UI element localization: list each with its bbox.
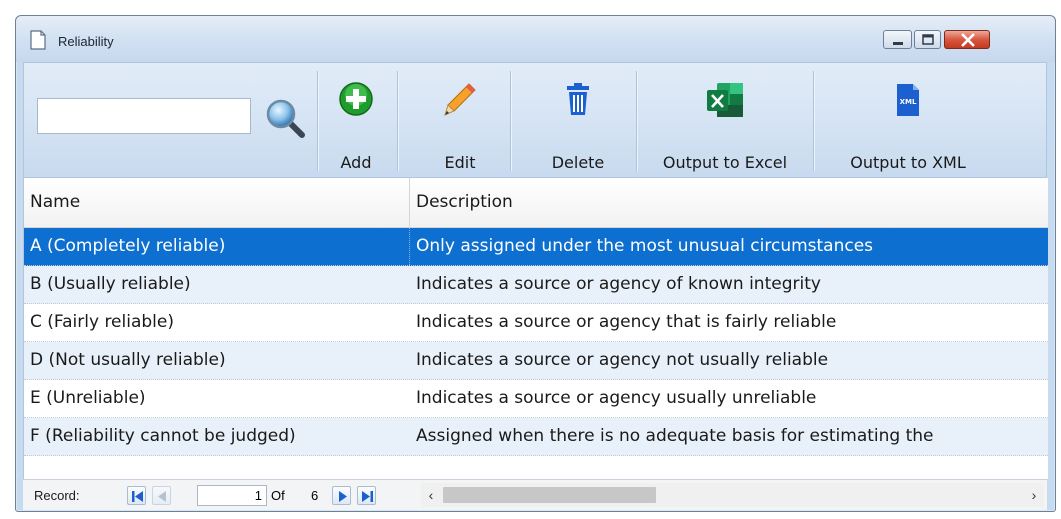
trash-icon xyxy=(567,83,589,115)
add-icon xyxy=(339,82,373,116)
output-to-xml-button[interactable]: XML Output to XML xyxy=(818,63,998,179)
table-row[interactable]: E (Unreliable) Indicates a source or age… xyxy=(24,380,1048,418)
first-record-icon xyxy=(132,491,143,502)
toolbar: Add Edit Delete Output to Excel XML Outp… xyxy=(23,62,1047,178)
row-name-cell: E (Unreliable) xyxy=(30,388,146,408)
current-record-input[interactable]: 1 xyxy=(197,485,267,506)
data-grid: Name Description A (Completely reliable)… xyxy=(23,178,1048,479)
column-header-description[interactable]: Description xyxy=(410,178,1048,227)
row-description-cell: Only assigned under the most unusual cir… xyxy=(416,236,874,256)
scrollbar-thumb[interactable] xyxy=(443,487,656,503)
output-to-excel-label: Output to Excel xyxy=(662,153,788,172)
grid-header: Name Description xyxy=(24,178,1048,228)
table-row[interactable]: B (Usually reliable) Indicates a source … xyxy=(24,266,1048,304)
last-record-icon xyxy=(362,491,373,502)
search-input[interactable] xyxy=(37,98,251,134)
row-description-cell: Indicates a source or agency not usually… xyxy=(416,350,829,370)
toolbar-separator xyxy=(813,71,814,171)
scroll-left-icon[interactable]: ‹ xyxy=(421,485,441,505)
toolbar-separator xyxy=(317,71,318,171)
next-record-button[interactable] xyxy=(332,486,351,505)
row-name-cell: A (Completely reliable) xyxy=(24,228,410,265)
table-row[interactable]: F (Reliability cannot be judged) Assigne… xyxy=(24,418,1048,456)
reliability-window: Reliability Add Edit Delete Output to Ex… xyxy=(15,15,1056,512)
row-name-cell: C (Fairly reliable) xyxy=(30,312,174,332)
toolbar-separator xyxy=(636,71,637,171)
document-icon xyxy=(30,30,46,50)
title-bar: Reliability xyxy=(16,16,1055,62)
output-to-excel-button[interactable]: Output to Excel xyxy=(640,63,810,179)
table-row[interactable]: D (Not usually reliable) Indicates a sou… xyxy=(24,342,1048,380)
close-icon xyxy=(961,33,975,47)
toolbar-separator xyxy=(397,71,398,171)
last-record-button[interactable] xyxy=(357,486,376,505)
add-button[interactable]: Add xyxy=(320,63,392,179)
minimize-button[interactable] xyxy=(883,30,912,49)
total-records: 6 xyxy=(311,488,319,503)
next-record-icon xyxy=(339,491,347,502)
window-title: Reliability xyxy=(58,34,114,49)
output-to-xml-label: Output to XML xyxy=(850,153,966,172)
add-button-label: Add xyxy=(340,153,372,172)
xml-icon-text: XML xyxy=(900,98,917,106)
row-name-cell: B (Usually reliable) xyxy=(30,274,191,294)
row-name-cell: D (Not usually reliable) xyxy=(30,350,226,370)
close-button[interactable] xyxy=(944,30,990,49)
delete-button-label: Delete xyxy=(551,153,605,172)
previous-record-button[interactable] xyxy=(152,486,171,505)
minimize-icon xyxy=(893,42,903,45)
xml-file-icon: XML xyxy=(897,84,919,116)
row-description-cell: Indicates a source or agency usually unr… xyxy=(416,388,817,408)
row-description-cell: Assigned when there is no adequate basis… xyxy=(416,426,934,446)
row-description-cell: Indicates a source or agency that is fai… xyxy=(416,312,837,332)
excel-icon xyxy=(707,83,743,117)
toolbar-separator xyxy=(510,71,511,171)
row-name-cell: F (Reliability cannot be judged) xyxy=(30,426,296,446)
edit-button[interactable]: Edit xyxy=(429,63,491,179)
search-icon[interactable] xyxy=(264,97,306,139)
edit-button-label: Edit xyxy=(444,153,476,172)
scroll-right-icon[interactable]: › xyxy=(1024,485,1044,505)
table-row[interactable]: C (Fairly reliable) Indicates a source o… xyxy=(24,304,1048,342)
maximize-icon xyxy=(922,34,934,45)
record-navigator: Record: 1 Of 6 ‹ › xyxy=(23,479,1047,510)
column-header-name[interactable]: Name xyxy=(24,178,410,227)
of-label: Of xyxy=(271,488,285,503)
horizontal-scrollbar[interactable]: ‹ › xyxy=(421,483,1044,507)
row-description-cell: Indicates a source or agency of known in… xyxy=(416,274,821,294)
pencil-icon xyxy=(444,83,476,116)
table-row[interactable]: A (Completely reliable) Only assigned un… xyxy=(24,228,1048,266)
previous-record-icon xyxy=(158,491,166,502)
record-label: Record: xyxy=(34,488,80,503)
first-record-button[interactable] xyxy=(127,486,146,505)
maximize-button[interactable] xyxy=(914,30,941,49)
delete-button[interactable]: Delete xyxy=(536,63,620,179)
